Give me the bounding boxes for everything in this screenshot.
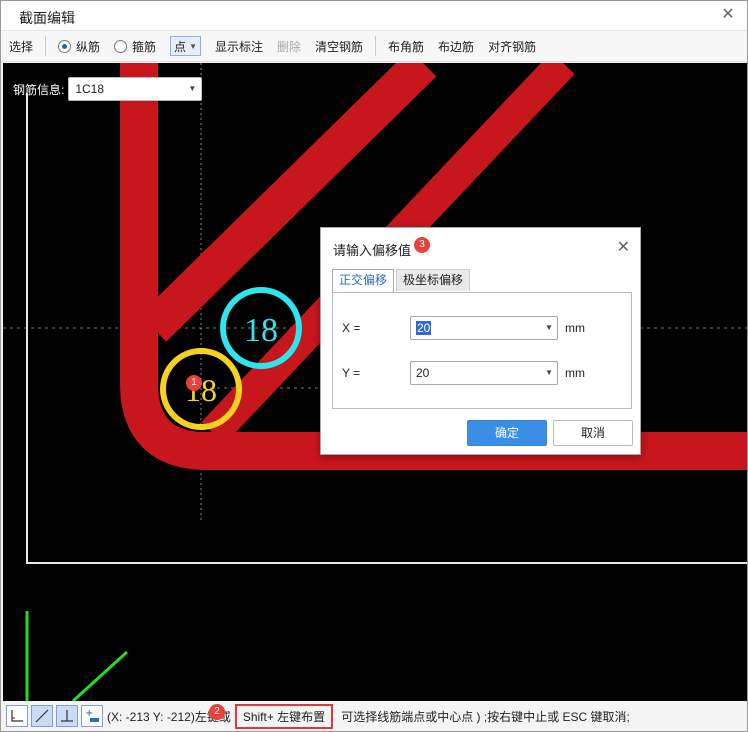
- svg-text:+: +: [85, 708, 93, 719]
- add-point-icon[interactable]: +: [81, 705, 103, 727]
- toolbar: 选择 纵筋 箍筋 点 ▼ 显示标注 删除 清空钢筋 布角筋 布边筋 对齐钢筋: [1, 31, 747, 62]
- window-title: 截面编辑: [19, 10, 75, 26]
- chevron-down-icon: ▼: [545, 368, 553, 377]
- y-label: Y =: [342, 366, 361, 380]
- rebar-info-value: 1C18: [75, 82, 105, 96]
- mode-dropdown[interactable]: 点 ▼: [170, 36, 201, 56]
- x-row: X = 20 ▼ mm: [342, 316, 585, 340]
- chevron-down-icon: ▼: [189, 41, 197, 51]
- chevron-down-icon: ▼: [188, 84, 197, 93]
- y-offset-input[interactable]: 20 ▼: [410, 361, 558, 385]
- y-row: Y = 20 ▼ mm: [342, 361, 585, 385]
- stirrup-radio[interactable]: 箍筋: [114, 38, 156, 55]
- y-unit: mm: [565, 366, 585, 380]
- x-axis-indicator: [71, 650, 129, 701]
- mode-value: 点: [174, 39, 187, 54]
- status-bar: + (X: -213 Y: -212)左键或 Shift+ 左键布置 可选择线筋…: [3, 701, 747, 731]
- toolbar-separator: [375, 36, 377, 56]
- toolbar-separator: [45, 36, 47, 56]
- dialog-tabs: 正交偏移 极坐标偏移: [332, 269, 472, 292]
- title-bar: 截面编辑 ✕: [1, 1, 747, 31]
- ok-button[interactable]: 确定: [467, 420, 547, 446]
- tab-ortho-offset[interactable]: 正交偏移: [332, 269, 395, 292]
- select-button[interactable]: 选择: [9, 38, 33, 55]
- delete-button[interactable]: 删除: [277, 38, 301, 55]
- tab-polar-offset[interactable]: 极坐标偏移: [396, 269, 471, 291]
- perpendicular-snap-icon[interactable]: [56, 705, 78, 727]
- bar-top-cap: [121, 63, 157, 66]
- stirrup-label: 箍筋: [132, 39, 157, 54]
- corner-rebar-button[interactable]: 布角筋: [388, 38, 424, 55]
- chevron-down-icon: ▼: [545, 323, 553, 332]
- clear-rebar-button[interactable]: 清空钢筋: [315, 38, 363, 55]
- cancel-button[interactable]: 取消: [553, 420, 633, 446]
- show-annotation-button[interactable]: 显示标注: [215, 38, 263, 55]
- dialog-title: 请输入偏移值: [333, 243, 412, 258]
- status-shortcut: Shift+ 左键布置: [234, 703, 334, 729]
- radio-checked-icon: [58, 39, 72, 53]
- rebar-info-select[interactable]: 1C18 ▼: [68, 77, 203, 101]
- align-rebar-button[interactable]: 对齐钢筋: [488, 38, 536, 55]
- close-icon[interactable]: ✕: [617, 237, 630, 257]
- status-hint: 可选择线筋端点或中心点 ) ;按右键中止或 ESC 键取消;: [341, 709, 630, 724]
- longitudinal-radio[interactable]: 纵筋: [58, 38, 100, 55]
- offset-dialog: 请输入偏移值 ✕ 正交偏移 极坐标偏移 X = 20 ▼ mm Y = 20 ▼: [320, 227, 641, 455]
- line-snap-icon[interactable]: [31, 705, 53, 727]
- edge-rebar-button[interactable]: 布边筋: [438, 38, 474, 55]
- rebar-label-cyan: 18: [244, 312, 278, 349]
- step-badge-1: 1: [186, 375, 202, 391]
- close-icon[interactable]: ✕: [719, 6, 737, 24]
- rebar-info-label: 钢筋信息:: [13, 82, 65, 97]
- x-offset-input[interactable]: 20 ▼: [410, 316, 558, 340]
- x-unit: mm: [565, 321, 585, 335]
- y-offset-value: 20: [416, 366, 430, 380]
- section-edit-window: 截面编辑 ✕ 选择 纵筋 箍筋 点 ▼ 显示标注 删除 清空钢筋 布角筋 布边筋…: [0, 0, 748, 732]
- step-badge-3: 3: [414, 237, 430, 253]
- longitudinal-label: 纵筋: [76, 39, 101, 54]
- x-offset-value: 20: [416, 321, 432, 335]
- step-badge-2: 2: [209, 704, 225, 720]
- offset-panel: X = 20 ▼ mm Y = 20 ▼ mm: [332, 292, 632, 409]
- x-label: X =: [342, 321, 361, 335]
- rebar-info: 钢筋信息: 1C18 ▼: [13, 77, 203, 101]
- ortho-snap-icon[interactable]: [6, 705, 28, 727]
- radio-unchecked-icon: [114, 39, 128, 53]
